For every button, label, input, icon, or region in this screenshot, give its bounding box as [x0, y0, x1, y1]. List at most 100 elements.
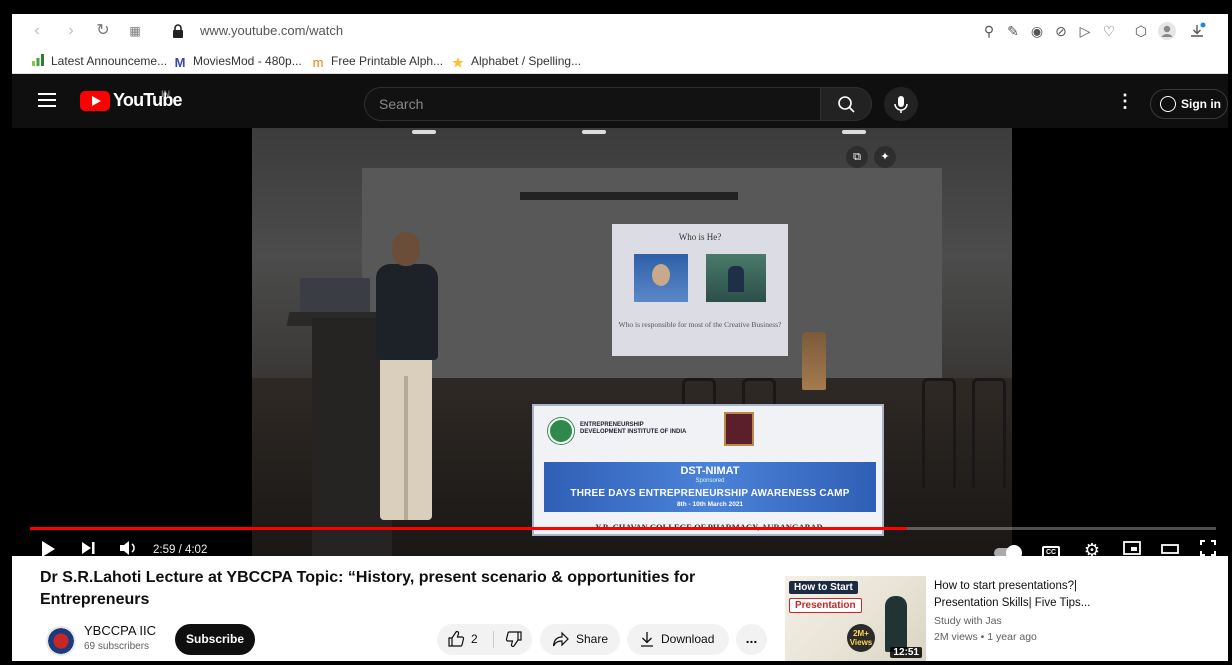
like-dislike-group: 2: [437, 624, 532, 655]
send-icon[interactable]: ▷: [1076, 22, 1094, 40]
like-count: 2: [471, 632, 478, 646]
screenshot-icon[interactable]: ◉: [1028, 22, 1046, 40]
reload-button[interactable]: ↻: [92, 20, 114, 42]
m-outline-icon: m: [312, 55, 324, 70]
forward-button[interactable]: ›: [60, 20, 82, 42]
overlay-controls: ⧉ ✦: [846, 146, 902, 168]
youtube-logo-icon[interactable]: [80, 91, 110, 111]
youtube-header: YouTube IN ⋮ Sign in: [12, 74, 1228, 128]
next-icon[interactable]: [78, 540, 98, 556]
sign-in-label: Sign in: [1181, 97, 1221, 111]
search-page-icon[interactable]: ⚲: [980, 22, 998, 40]
share-label: Share: [576, 632, 609, 646]
bookmark-label: MoviesMod - 480p...: [193, 54, 302, 68]
channel-avatar[interactable]: [46, 626, 76, 656]
microphone-icon: [894, 96, 908, 113]
miniplayer-icon[interactable]: [1122, 540, 1142, 556]
extension-cube-icon[interactable]: ⬡: [1132, 22, 1150, 40]
thumbnail-presenter: [885, 596, 907, 652]
slide-caption: Who is responsible for most of the Creat…: [618, 320, 782, 329]
bookmark-moviesmod[interactable]: M MoviesMod - 480p...: [172, 52, 302, 70]
flower-vase: [802, 332, 826, 390]
bookmark-latest-announcements[interactable]: Latest Announceme...: [30, 52, 167, 70]
more-options-icon[interactable]: ⋮: [1116, 92, 1134, 111]
bookmark-label: Latest Announceme...: [51, 54, 168, 68]
profile-avatar-icon[interactable]: [1158, 22, 1176, 40]
voice-search-button[interactable]: [884, 87, 918, 121]
lock-icon: [173, 24, 183, 38]
heart-icon[interactable]: ♡: [1100, 22, 1118, 40]
account-icon: [1160, 96, 1176, 112]
sign-in-button[interactable]: Sign in: [1150, 89, 1228, 119]
college-emblem-icon: [724, 412, 754, 446]
ceiling-light: [582, 130, 606, 134]
channel-name[interactable]: YBCCPA IIC: [84, 623, 156, 638]
share-arrow-icon: [552, 624, 570, 655]
download-button[interactable]: Download: [627, 624, 729, 655]
slide-photo-right: [706, 254, 766, 302]
projected-slide: Who is He? Who is responsible for most o…: [612, 224, 788, 356]
video-frame: Who is He? Who is responsible for most o…: [252, 128, 1012, 556]
bookmark-label: Alphabet / Spelling...: [471, 54, 582, 68]
video-player[interactable]: Who is He? Who is responsible for most o…: [12, 128, 1228, 556]
apps-grid-icon[interactable]: ▦: [124, 20, 146, 42]
chair: [972, 378, 1006, 488]
divider: [493, 631, 494, 648]
slide-photo-left: [634, 254, 688, 302]
bookmark-alphabet-spelling[interactable]: ★ Alphabet / Spelling...: [450, 52, 581, 70]
banner-band: DST-NIMAT Sponsored THREE DAYS ENTREPREN…: [544, 462, 876, 512]
recommended-meta: 2M views • 1 year ago: [934, 631, 1037, 643]
hamburger-menu-icon[interactable]: [38, 93, 56, 107]
banner-line1: DST-NIMAT: [680, 465, 740, 477]
dislike-button[interactable]: [499, 624, 529, 655]
browser-window: ‹ › ↻ ▦ www.youtube.com/watch ⚲ ✎ ◉ ⊘ ▷ …: [12, 14, 1228, 661]
play-icon[interactable]: [38, 540, 58, 556]
search-button[interactable]: [820, 87, 872, 121]
slide-title: Who is He?: [678, 232, 722, 242]
sparkle-icon[interactable]: ✦: [874, 146, 896, 168]
youtube-wordmark[interactable]: YouTube: [113, 90, 183, 111]
address-url[interactable]: www.youtube.com/watch: [200, 23, 343, 38]
download-label: Download: [661, 632, 715, 646]
more-actions-button[interactable]: ...: [736, 624, 767, 655]
bookmark-free-printable[interactable]: m Free Printable Alph...: [310, 52, 443, 70]
speaker: [370, 232, 442, 532]
volume-icon[interactable]: [117, 540, 141, 556]
recommended-title[interactable]: How to start presentations?| Presentatio…: [934, 578, 1134, 612]
ceiling-light: [842, 130, 866, 134]
download-tray-icon[interactable]: [1188, 22, 1206, 40]
share-button[interactable]: Share: [540, 624, 620, 655]
fullscreen-icon[interactable]: [1198, 540, 1218, 556]
edit-icon[interactable]: ✎: [1004, 22, 1022, 40]
video-title: Dr S.R.Lahoti Lecture at YBCCPA Topic: “…: [40, 569, 696, 608]
search-box: [364, 87, 820, 121]
search-icon: [838, 96, 855, 113]
progress-bar[interactable]: [30, 527, 1216, 530]
m-logo-icon: M: [174, 55, 186, 70]
banner-line4: 8th - 10th March 2021: [676, 501, 744, 508]
thumbnail-views-badge: 2M+ Views: [847, 624, 875, 652]
banner-org: ENTREPRENEURSHIP DEVELOPMENT INSTITUTE O…: [580, 422, 687, 435]
theater-mode-icon[interactable]: [1160, 540, 1180, 556]
region-code: IN: [161, 89, 170, 99]
recommended-channel[interactable]: Study with Jas: [934, 615, 1002, 627]
banner-line3: THREE DAYS ENTREPRENEURSHIP AWARENESS CA…: [570, 488, 850, 499]
browser-toolbar: ‹ › ↻ ▦ www.youtube.com/watch ⚲ ✎ ◉ ⊘ ▷ …: [12, 14, 1228, 48]
settings-gear-icon[interactable]: ⚙: [1082, 540, 1102, 556]
miniplayer-overlay-icon[interactable]: ⧉: [846, 146, 868, 168]
back-button[interactable]: ‹: [26, 20, 48, 42]
bookmark-label: Free Printable Alph...: [331, 54, 444, 68]
thumbnail-text-2: Presentation: [789, 598, 862, 613]
speaker-head: [392, 232, 420, 266]
block-icon[interactable]: ⊘: [1052, 22, 1070, 40]
edi-logo-icon: [548, 418, 574, 444]
like-button[interactable]: 2: [437, 624, 493, 655]
recommended-thumbnail[interactable]: How to Start Presentation 2M+ Views 12:5…: [785, 576, 926, 661]
subscribe-button[interactable]: Subscribe: [175, 624, 255, 655]
speaker-legs: [380, 356, 432, 520]
captions-icon[interactable]: CC: [1042, 546, 1060, 556]
autoplay-toggle[interactable]: [994, 545, 1022, 556]
search-input[interactable]: [379, 88, 799, 120]
bookmarks-bar: Latest Announceme... M MoviesMod - 480p..…: [12, 48, 1228, 74]
speaker-body: [376, 264, 438, 360]
